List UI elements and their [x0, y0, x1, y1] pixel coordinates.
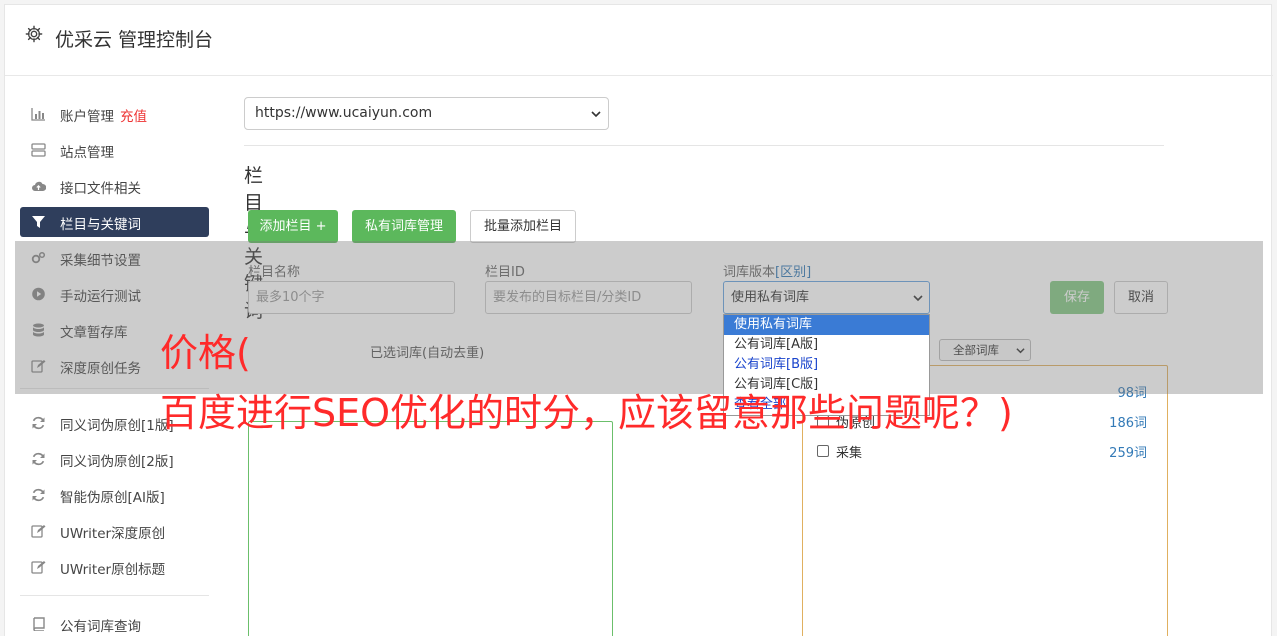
sidebar-item-sites[interactable]: 站点管理	[20, 135, 209, 165]
sidebar-divider	[20, 595, 209, 596]
sidebar-item-label: 公有词库查询	[60, 619, 141, 635]
sidebar-item-ai-rewrite[interactable]: 智能伪原创[AI版]	[20, 480, 209, 510]
sidebar-item-interface[interactable]: 接口文件相关	[20, 171, 209, 201]
caption-line-1: 价格(	[160, 331, 251, 375]
sidebar-item-label: 栏目与关键词	[60, 217, 141, 233]
sidebar-item-uwriter-deep[interactable]: UWriter深度原创	[20, 516, 209, 546]
dropdown-option[interactable]: 公有词库[A版]	[724, 335, 929, 355]
page-title: 优采云 管理控制台	[55, 29, 214, 51]
site-select-value: https://www.ucaiyun.com	[255, 105, 433, 121]
sidebar-item-label: 同义词伪原创[2版]	[60, 454, 174, 470]
book-icon	[33, 617, 45, 631]
chevron-down-icon	[591, 111, 601, 118]
sidebar-item-label: UWriter原创标题	[60, 562, 166, 578]
header: 优采云 管理控制台	[5, 5, 1273, 76]
sidebar-item-label: 智能伪原创[AI版]	[60, 490, 165, 506]
sidebar-item-label: 接口文件相关	[60, 181, 141, 197]
gear-icon	[25, 25, 43, 43]
sidebar-item-account[interactable]: 账户管理 充值	[20, 99, 209, 129]
edit-icon	[31, 561, 46, 574]
bar-chart-icon	[31, 108, 45, 121]
list-item[interactable]: 采集 259词	[817, 442, 1147, 462]
dropdown-option[interactable]: 公有词库[B版]	[724, 355, 929, 375]
selected-lib-box[interactable]	[248, 421, 613, 636]
private-lib-button[interactable]: 私有词库管理	[352, 210, 456, 243]
sidebar-item-label: 账户管理	[60, 109, 114, 125]
sidebar-item-label: 站点管理	[60, 145, 114, 161]
divider	[244, 145, 1164, 146]
add-column-button[interactable]: 添加栏目 +	[248, 210, 338, 243]
lib-count: 259词	[1109, 446, 1147, 461]
sidebar-item-label: 同义词伪原创[1版]	[60, 418, 174, 434]
edit-icon	[31, 525, 46, 538]
sidebar-item-public-lib[interactable]: 公有词库查询	[20, 609, 209, 636]
sidebar-item-synonym-v2[interactable]: 同义词伪原创[2版]	[20, 444, 209, 474]
lib-checkbox[interactable]	[817, 445, 829, 457]
sidebar-item-uwriter-title[interactable]: UWriter原创标题	[20, 552, 209, 582]
cloud-upload-icon	[32, 181, 46, 191]
server-icon	[31, 143, 46, 157]
site-select[interactable]: https://www.ucaiyun.com	[244, 97, 609, 130]
sidebar-item-label: UWriter深度原创	[60, 526, 166, 542]
caption-line-2: 百度进行SEO优化的时分，应该留意那些问题呢？)	[160, 391, 1013, 435]
refresh-icon	[32, 416, 45, 430]
batch-add-button[interactable]: 批量添加栏目	[470, 210, 576, 243]
refresh-icon	[32, 488, 45, 502]
recharge-link[interactable]: 充值	[120, 109, 147, 125]
filter-icon	[32, 216, 45, 228]
sidebar-item-columns[interactable]: 栏目与关键词	[20, 207, 209, 237]
refresh-icon	[32, 452, 45, 466]
dropdown-option[interactable]: 使用私有词库	[724, 315, 929, 335]
lib-count: 186词	[1109, 416, 1147, 431]
lib-name: 采集	[836, 446, 863, 461]
